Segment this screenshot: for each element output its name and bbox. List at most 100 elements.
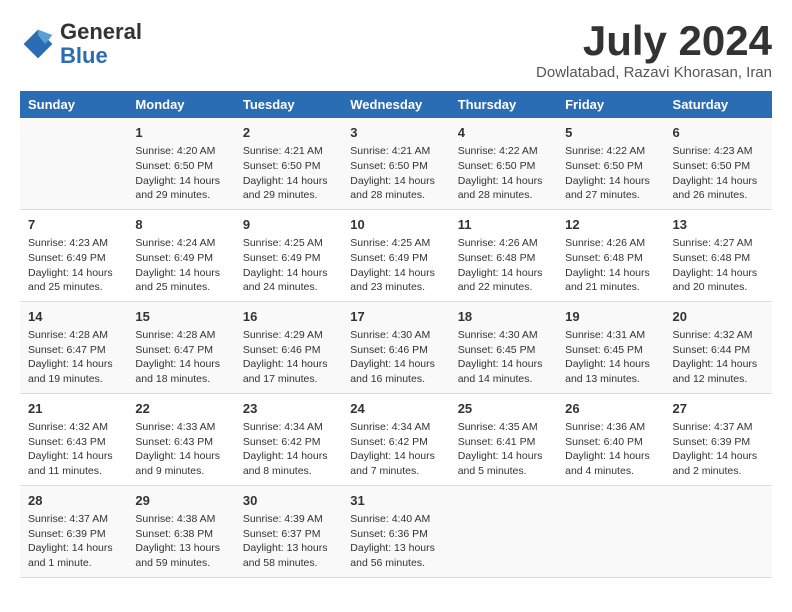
calendar-cell: 2 Sunrise: 4:21 AMSunset: 6:50 PMDaylight… [235,118,342,209]
day-number: 9 [243,216,334,234]
calendar-cell: 5 Sunrise: 4:22 AMSunset: 6:50 PMDaylight… [557,118,664,209]
day-info: Sunrise: 4:33 AMSunset: 6:43 PMDaylight:… [135,420,226,479]
day-info: Sunrise: 4:34 AMSunset: 6:42 PMDaylight:… [350,420,441,479]
calendar-cell: 16Sunrise: 4:29 AMSunset: 6:46 PMDayligh… [235,301,342,393]
calendar-cell: 26 Sunrise: 4:36 AMSunset: 6:40 PMDayligh… [557,393,664,485]
calendar-cell: 27Sunrise: 4:37 AMSunset: 6:39 PMDayligh… [665,393,772,485]
day-info: Sunrise: 4:22 AMSunset: 6:50 PMDaylight:… [565,144,656,203]
day-info: Sunrise: 4:23 AMSunset: 6:50 PMDaylight:… [673,144,764,203]
calendar-cell: 30 Sunrise: 4:39 AMSunset: 6:37 PMDayligh… [235,485,342,577]
calendar-cell [557,485,664,577]
day-number: 10 [350,216,441,234]
day-info: Sunrise: 4:21 AMSunset: 6:50 PMDaylight:… [350,144,441,203]
day-info: Sunrise: 4:20 AMSunset: 6:50 PMDaylight:… [135,144,226,203]
page-header: General Blue July 2024 Dowlatabad, Razav… [20,20,772,81]
day-info: Sunrise: 4:31 AMSunset: 6:45 PMDaylight:… [565,328,656,387]
weekday-header: Friday [557,91,664,118]
calendar-week-row: 1 Sunrise: 4:20 AMSunset: 6:50 PMDaylight… [20,118,772,209]
day-number: 26 [565,400,656,418]
day-number: 12 [565,216,656,234]
day-number: 1 [135,124,226,142]
calendar-cell: 8 Sunrise: 4:24 AMSunset: 6:49 PMDaylight… [127,209,234,301]
weekday-header: Saturday [665,91,772,118]
logo-general: General [60,19,142,44]
day-info: Sunrise: 4:26 AMSunset: 6:48 PMDaylight:… [565,236,656,295]
calendar-week-row: 28Sunrise: 4:37 AMSunset: 6:39 PMDayligh… [20,485,772,577]
day-number: 11 [458,216,549,234]
day-number: 31 [350,492,441,510]
calendar-week-row: 14Sunrise: 4:28 AMSunset: 6:47 PMDayligh… [20,301,772,393]
day-number: 4 [458,124,549,142]
calendar-cell: 3 Sunrise: 4:21 AMSunset: 6:50 PMDaylight… [342,118,449,209]
month-title: July 2024 [536,20,772,62]
day-info: Sunrise: 4:21 AMSunset: 6:50 PMDaylight:… [243,144,334,203]
calendar-cell: 21Sunrise: 4:32 AMSunset: 6:43 PMDayligh… [20,393,127,485]
calendar-cell: 31 Sunrise: 4:40 AMSunset: 6:36 PMDayligh… [342,485,449,577]
calendar-table: SundayMondayTuesdayWednesdayThursdayFrid… [20,91,772,578]
day-info: Sunrise: 4:40 AMSunset: 6:36 PMDaylight:… [350,512,441,571]
day-info: Sunrise: 4:30 AMSunset: 6:45 PMDaylight:… [458,328,549,387]
calendar-cell: 13Sunrise: 4:27 AMSunset: 6:48 PMDayligh… [665,209,772,301]
calendar-cell: 7Sunrise: 4:23 AMSunset: 6:49 PMDaylight… [20,209,127,301]
logo: General Blue [20,20,142,68]
day-info: Sunrise: 4:28 AMSunset: 6:47 PMDaylight:… [28,328,119,387]
day-info: Sunrise: 4:25 AMSunset: 6:49 PMDaylight:… [243,236,334,295]
day-info: Sunrise: 4:25 AMSunset: 6:49 PMDaylight:… [350,236,441,295]
calendar-cell: 15 Sunrise: 4:28 AMSunset: 6:47 PMDayligh… [127,301,234,393]
day-info: Sunrise: 4:39 AMSunset: 6:37 PMDaylight:… [243,512,334,571]
day-number: 18 [458,308,549,326]
day-number: 29 [135,492,226,510]
title-block: July 2024 Dowlatabad, Razavi Khorasan, I… [536,20,772,81]
day-number: 17 [350,308,441,326]
weekday-header: Wednesday [342,91,449,118]
day-number: 8 [135,216,226,234]
calendar-cell: 18 Sunrise: 4:30 AMSunset: 6:45 PMDayligh… [450,301,557,393]
calendar-cell: 9 Sunrise: 4:25 AMSunset: 6:49 PMDaylight… [235,209,342,301]
calendar-cell: 4 Sunrise: 4:22 AMSunset: 6:50 PMDaylight… [450,118,557,209]
weekday-header: Thursday [450,91,557,118]
day-info: Sunrise: 4:24 AMSunset: 6:49 PMDaylight:… [135,236,226,295]
calendar-week-row: 7Sunrise: 4:23 AMSunset: 6:49 PMDaylight… [20,209,772,301]
day-number: 25 [458,400,549,418]
day-number: 15 [135,308,226,326]
calendar-cell: 25Sunrise: 4:35 AMSunset: 6:41 PMDayligh… [450,393,557,485]
logo-text: General Blue [60,20,142,68]
calendar-week-row: 21Sunrise: 4:32 AMSunset: 6:43 PMDayligh… [20,393,772,485]
weekday-header: Sunday [20,91,127,118]
calendar-cell: 14Sunrise: 4:28 AMSunset: 6:47 PMDayligh… [20,301,127,393]
calendar-cell: 24Sunrise: 4:34 AMSunset: 6:42 PMDayligh… [342,393,449,485]
calendar-cell [20,118,127,209]
calendar-cell: 22Sunrise: 4:33 AMSunset: 6:43 PMDayligh… [127,393,234,485]
day-number: 19 [565,308,656,326]
day-info: Sunrise: 4:30 AMSunset: 6:46 PMDaylight:… [350,328,441,387]
calendar-cell: 6 Sunrise: 4:23 AMSunset: 6:50 PMDaylight… [665,118,772,209]
calendar-cell: 29Sunrise: 4:38 AMSunset: 6:38 PMDayligh… [127,485,234,577]
day-number: 20 [673,308,764,326]
day-number: 3 [350,124,441,142]
day-number: 2 [243,124,334,142]
calendar-cell: 23Sunrise: 4:34 AMSunset: 6:42 PMDayligh… [235,393,342,485]
day-number: 6 [673,124,764,142]
day-info: Sunrise: 4:37 AMSunset: 6:39 PMDaylight:… [673,420,764,479]
day-info: Sunrise: 4:22 AMSunset: 6:50 PMDaylight:… [458,144,549,203]
day-info: Sunrise: 4:32 AMSunset: 6:44 PMDaylight:… [673,328,764,387]
day-info: Sunrise: 4:28 AMSunset: 6:47 PMDaylight:… [135,328,226,387]
day-number: 13 [673,216,764,234]
calendar-cell: 19 Sunrise: 4:31 AMSunset: 6:45 PMDayligh… [557,301,664,393]
calendar-cell: 10 Sunrise: 4:25 AMSunset: 6:49 PMDayligh… [342,209,449,301]
day-number: 7 [28,216,119,234]
calendar-cell: 11Sunrise: 4:26 AMSunset: 6:48 PMDayligh… [450,209,557,301]
calendar-cell [450,485,557,577]
calendar-cell: 1 Sunrise: 4:20 AMSunset: 6:50 PMDaylight… [127,118,234,209]
day-number: 30 [243,492,334,510]
calendar-cell: 28Sunrise: 4:37 AMSunset: 6:39 PMDayligh… [20,485,127,577]
day-number: 28 [28,492,119,510]
logo-blue: Blue [60,43,108,68]
location: Dowlatabad, Razavi Khorasan, Iran [536,64,772,81]
day-number: 23 [243,400,334,418]
day-number: 5 [565,124,656,142]
weekday-header: Monday [127,91,234,118]
logo-icon [20,26,56,62]
calendar-cell: 20 Sunrise: 4:32 AMSunset: 6:44 PMDayligh… [665,301,772,393]
day-info: Sunrise: 4:36 AMSunset: 6:40 PMDaylight:… [565,420,656,479]
